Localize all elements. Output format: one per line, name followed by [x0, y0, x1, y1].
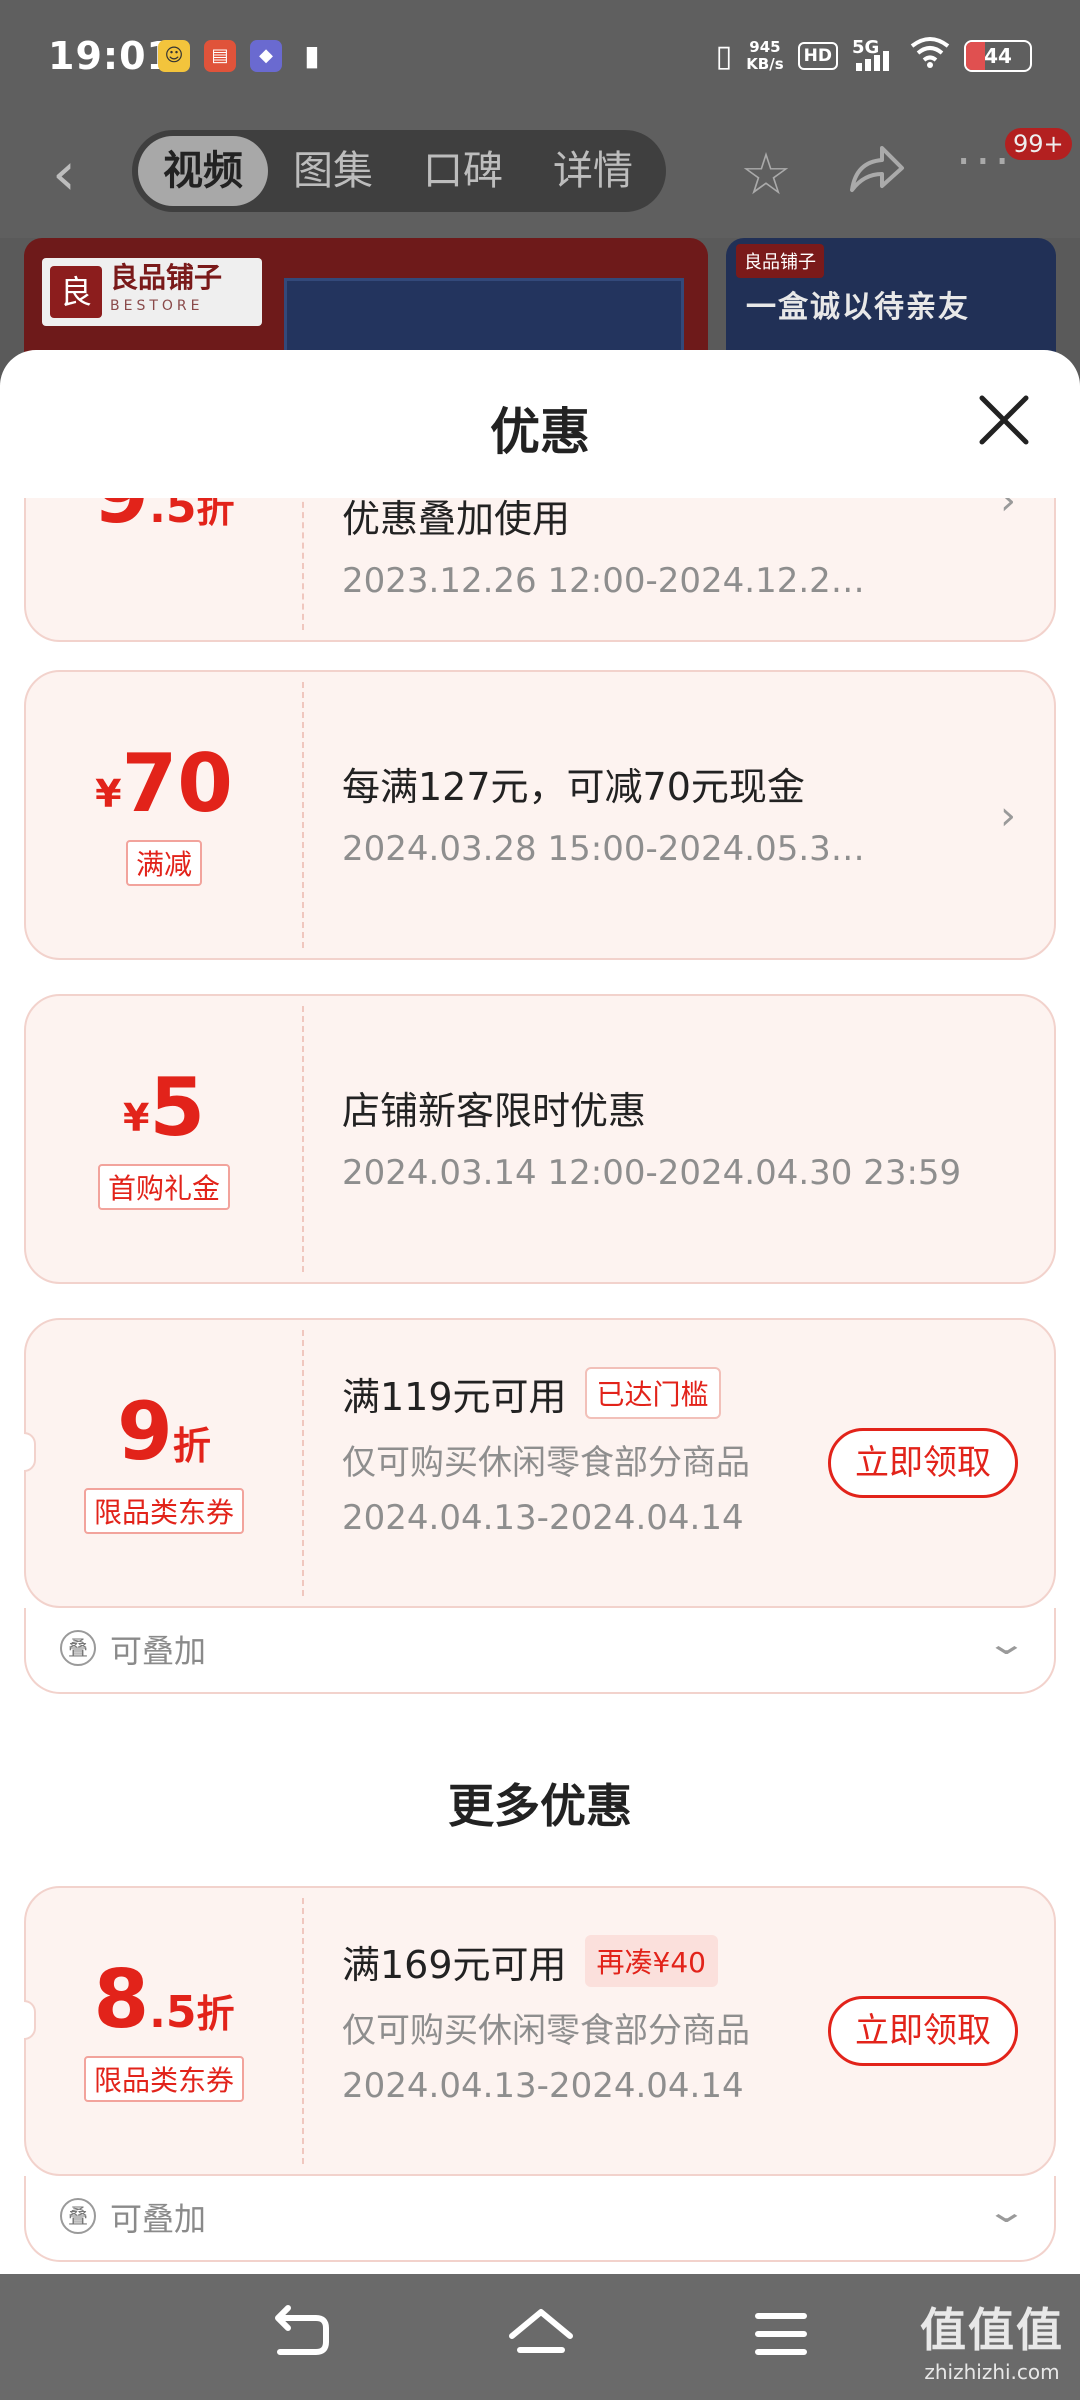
network-speed: 945 KB/s — [746, 38, 784, 73]
brand-logo: 良 良品铺子 BESTORE — [42, 258, 262, 326]
coupon-tag: 满减 — [125, 840, 202, 886]
app-notification-icon: ▤ — [204, 40, 236, 72]
status-indicators: ▯ 945 KB/s HD 5G 44 — [716, 36, 1032, 76]
coupon-amount: 9折 — [117, 1385, 211, 1478]
app-notification-icon: ◆ — [250, 40, 282, 72]
coupon-amount: 9.5折 — [93, 498, 235, 535]
back-icon[interactable]: ‹ — [52, 144, 76, 204]
brand-sub: BESTORE — [110, 298, 204, 314]
nav-back-icon[interactable] — [266, 2304, 336, 2364]
coupon-card: 9折 限品类东券 满119元可用 已达门槛 仅可购买休闲零食部分商品 2024.0… — [24, 1318, 1056, 1608]
coupon-scope: 仅可购买休闲零食部分商品 — [342, 1443, 750, 1483]
close-icon[interactable] — [976, 392, 1032, 448]
coupon-scope: 仅可购买休闲零食部分商品 — [342, 2011, 750, 2051]
coupon-date: 2024.03.14 12:00-2024.04.30 23:59 — [342, 1153, 962, 1193]
coupon-date: 2023.12.26 12:00-2024.12.2… — [342, 561, 865, 601]
status-time: 19:01 — [48, 34, 174, 78]
coupon-date: 2024.03.28 15:00-2024.05.3… — [342, 829, 865, 869]
brand-logo-small: 良品铺子 — [736, 244, 824, 278]
app-notification-icon: ☺ — [158, 40, 190, 72]
battery-icon: 44 — [964, 40, 1032, 72]
coupon-title: 满119元可用 — [342, 1375, 567, 1419]
coupon-amount: ¥70 — [95, 737, 233, 830]
coupon-amount: 8.5折 — [93, 1953, 235, 2046]
chevron-down-icon[interactable]: ⌄ — [985, 1624, 1028, 1662]
signal-icon: 5G — [852, 37, 896, 73]
stackable-label: 可叠加 — [110, 2200, 207, 2238]
coupon-date: 2024.04.13-2024.04.14 — [342, 1498, 744, 1538]
status-bar: 19:01 ☺ ▤ ◆ ▮ ▯ 945 KB/s HD 5G 44 — [0, 0, 1080, 118]
tab-video[interactable]: 视频 — [138, 136, 268, 206]
system-navigation-bar: 值值值 zhizhizhi.com — [0, 2274, 1080, 2400]
more-offers-title: 更多优惠 — [448, 1779, 632, 1833]
coupon-title: 优惠叠加使用 — [342, 498, 571, 541]
coupon-card[interactable]: 9.5折 优惠叠加使用 2023.12.26 12:00-2024.12.2… … — [24, 498, 1056, 642]
coupon-tag: 首购礼金 — [97, 1164, 230, 1210]
brand-mark: 良 — [50, 266, 102, 318]
chevron-down-icon[interactable]: ⌄ — [985, 2192, 1028, 2230]
chevron-right-icon: › — [1000, 498, 1016, 524]
stack-icon: 叠 — [60, 2198, 96, 2234]
coupon-amount: ¥5 — [122, 1061, 206, 1154]
stack-icon: 叠 — [60, 1630, 96, 1666]
coupon-title: 满169元可用 — [342, 1943, 567, 1987]
vibrate-icon: ▯ — [715, 38, 733, 74]
star-icon[interactable]: ☆ — [740, 140, 792, 208]
threshold-chip: 再凑¥40 — [584, 1935, 718, 1987]
banner-slogan: 一盒诚以待亲友 — [746, 290, 970, 325]
nav-menu-icon[interactable] — [746, 2304, 816, 2364]
promotions-list[interactable]: 9.5折 优惠叠加使用 2023.12.26 12:00-2024.12.2… … — [0, 498, 1080, 2274]
product-tabs: 视频 图集 口碑 详情 — [132, 130, 666, 212]
coupon-title: 每满127元，可减70元现金 — [342, 765, 805, 809]
product-nav-bar: ‹ 视频 图集 口碑 详情 ☆ ··· 99+ — [0, 118, 1080, 238]
tab-reviews[interactable]: 口碑 — [398, 136, 528, 206]
coupon-card[interactable]: ¥5 首购礼金 店铺新客限时优惠 2024.03.14 12:00-2024.0… — [24, 994, 1056, 1284]
tab-gallery[interactable]: 图集 — [268, 136, 398, 206]
notification-icons: ☺ ▤ ◆ ▮ — [158, 40, 328, 72]
tab-details[interactable]: 详情 — [528, 136, 658, 206]
watermark: 值值值 zhizhizhi.com — [920, 2303, 1064, 2384]
coupon-card[interactable]: ¥70 满减 每满127元，可减70元现金 2024.03.28 15:00-2… — [24, 670, 1056, 960]
coupon-tag: 限品类东券 — [83, 1488, 244, 1534]
claim-button[interactable]: 立即领取 — [828, 1996, 1018, 2066]
stackable-row[interactable]: 叠 可叠加 ⌄ — [24, 2176, 1056, 2262]
brand-name: 良品铺子 — [110, 261, 223, 294]
chevron-right-icon: › — [1000, 793, 1016, 839]
claim-button[interactable]: 立即领取 — [828, 1428, 1018, 1498]
promotions-sheet: 优惠 9.5折 优惠叠加使用 2023.12.26 12:00-2024.12.… — [0, 350, 1080, 2274]
stackable-label: 可叠加 — [110, 1632, 207, 1670]
hd-icon: HD — [797, 42, 838, 70]
wifi-icon — [910, 36, 950, 76]
coupon-title: 店铺新客限时优惠 — [342, 1089, 647, 1133]
share-icon[interactable] — [848, 144, 906, 207]
sheet-title: 优惠 — [490, 403, 590, 461]
notification-badge: 99+ — [1005, 128, 1072, 160]
coupon-date: 2024.04.13-2024.04.14 — [342, 2066, 744, 2106]
threshold-chip: 已达门槛 — [584, 1367, 721, 1419]
book-icon: ▮ — [304, 39, 320, 72]
stackable-row[interactable]: 叠 可叠加 ⌄ — [24, 1608, 1056, 1694]
coupon-tag: 限品类东券 — [83, 2056, 244, 2102]
nav-home-icon[interactable] — [506, 2304, 576, 2364]
coupon-card: 8.5折 限品类东券 满169元可用 再凑¥40 仅可购买休闲零食部分商品 202… — [24, 1886, 1056, 2176]
